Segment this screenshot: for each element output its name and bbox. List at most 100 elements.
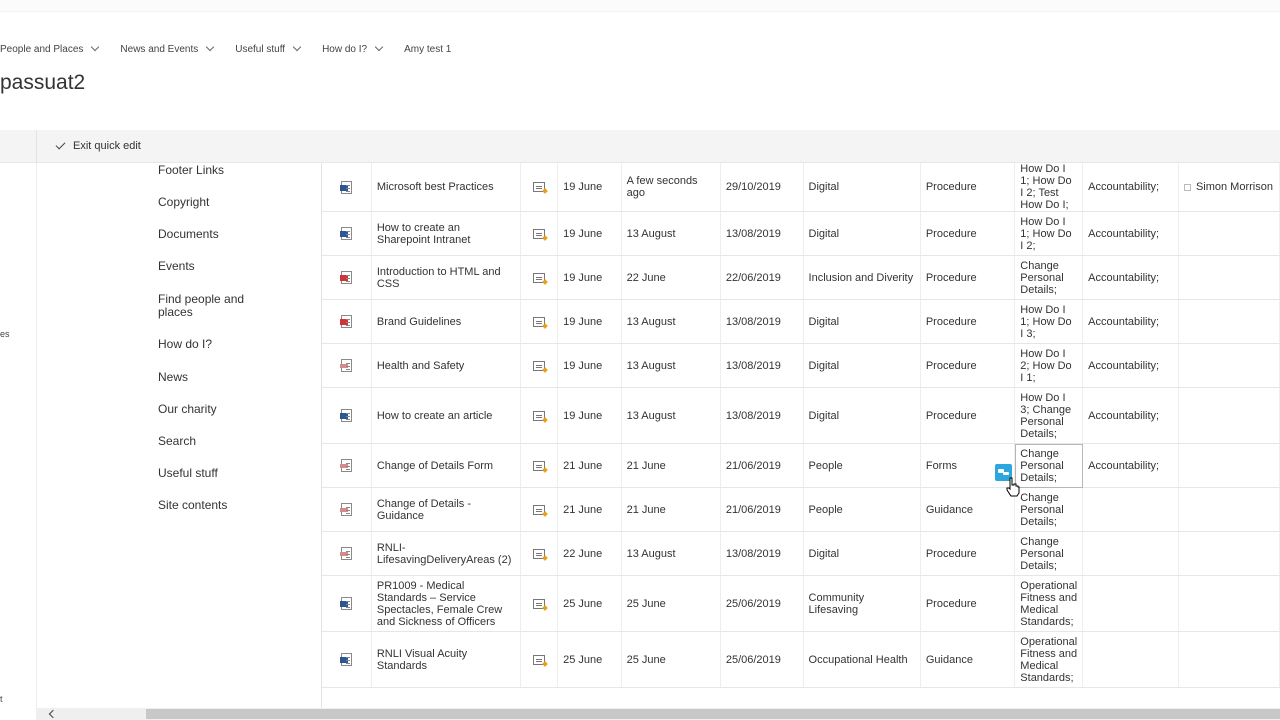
date-cell[interactable]: 25/06/2019: [720, 575, 804, 632]
file-type-cell[interactable]: [322, 387, 372, 444]
how-do-i-cell[interactable]: How Do I 1; How Do I 3;: [1014, 299, 1084, 344]
how-do-i-cell[interactable]: How Do I 3; Change Personal Details;: [1014, 387, 1084, 444]
topnav-news-and-events[interactable]: News and Events: [120, 42, 215, 56]
file-type-cell[interactable]: [322, 163, 372, 212]
person-cell[interactable]: [1178, 255, 1280, 300]
type-cell[interactable]: Procedure: [920, 255, 1016, 300]
value-cell[interactable]: Accountability;: [1082, 443, 1179, 488]
type-cell[interactable]: Procedure: [920, 531, 1016, 576]
how-do-i-cell[interactable]: How Do I 1; How Do I 2; Test How Do I;: [1014, 163, 1084, 212]
person-cell[interactable]: [1178, 575, 1280, 632]
table-row[interactable]: Brand Guidelines 19 June 13 August 13/08/20…: [322, 299, 1280, 344]
file-type-cell[interactable]: [322, 211, 372, 256]
how-do-i-cell[interactable]: Operational Fitness and Medical Standard…: [1014, 631, 1084, 688]
name-cell[interactable]: RNLI-LifesavingDeliveryAreas (2): [371, 531, 521, 576]
area-cell[interactable]: Digital: [803, 387, 921, 444]
person-cell[interactable]: [1178, 531, 1280, 576]
table-row[interactable]: Introduction to HTML and CSS 19 June 22 Ju…: [322, 255, 1280, 300]
person-cell[interactable]: [1178, 387, 1280, 444]
name-cell[interactable]: Health and Safety: [371, 343, 521, 388]
table-row[interactable]: How to create an Sharepoint Intranet 19 J…: [322, 211, 1280, 256]
how-do-i-cell[interactable]: How Do I 2; How Do I 1;: [1014, 343, 1084, 388]
topnav-people-and-places[interactable]: People and Places: [0, 42, 100, 56]
date-cell[interactable]: 21/06/2019: [720, 487, 804, 532]
edit-cell[interactable]: [520, 443, 559, 488]
checkbox-icon[interactable]: [1183, 183, 1191, 191]
modified-cell[interactable]: 25 June: [621, 631, 721, 688]
value-cell[interactable]: [1082, 631, 1179, 688]
modified-cell[interactable]: 13 August: [621, 343, 721, 388]
type-cell[interactable]: Guidance: [920, 631, 1016, 688]
date-cell[interactable]: 25/06/2019: [720, 631, 804, 688]
area-cell[interactable]: Digital: [803, 211, 921, 256]
area-cell[interactable]: Digital: [803, 343, 921, 388]
person-cell[interactable]: [1178, 487, 1280, 532]
type-cell[interactable]: Guidance: [920, 487, 1016, 532]
value-cell[interactable]: [1082, 487, 1179, 532]
exit-quick-edit-button[interactable]: Exit quick edit: [55, 139, 141, 152]
file-type-cell[interactable]: [322, 575, 372, 632]
edit-document-icon[interactable]: [532, 504, 545, 515]
edit-cell[interactable]: [520, 299, 559, 344]
created-cell[interactable]: 21 June: [557, 487, 622, 532]
name-cell[interactable]: PR1009 - Medical Standards – Service Spe…: [371, 575, 521, 632]
sidenav-how-do-i[interactable]: How do I?: [158, 338, 212, 351]
modified-cell[interactable]: A few seconds ago: [621, 163, 721, 212]
sidenav-documents[interactable]: Documents: [158, 228, 219, 241]
value-cell[interactable]: Accountability;: [1082, 299, 1179, 344]
name-cell[interactable]: RNLI Visual Acuity Standards: [371, 631, 521, 688]
value-cell[interactable]: Accountability;: [1082, 255, 1179, 300]
edit-document-icon[interactable]: [532, 182, 545, 193]
value-cell[interactable]: Accountability;: [1082, 163, 1179, 212]
type-cell[interactable]: Procedure: [920, 211, 1016, 256]
table-row[interactable]: Change of Details Form 21 June 21 June 21/0…: [322, 443, 1280, 488]
table-row[interactable]: How to create an article 19 June 13 August…: [322, 387, 1280, 444]
how-do-i-cell[interactable]: Change Personal Details;: [1014, 255, 1084, 300]
name-cell[interactable]: Brand Guidelines: [371, 299, 521, 344]
topnav-amy-test-1[interactable]: Amy test 1: [404, 42, 451, 56]
name-cell[interactable]: Change of Details - Guidance: [371, 487, 521, 532]
modified-cell[interactable]: 25 June: [621, 575, 721, 632]
created-cell[interactable]: 19 June: [557, 299, 622, 344]
edit-cell[interactable]: [520, 343, 559, 388]
type-cell[interactable]: Procedure: [920, 163, 1016, 212]
name-cell[interactable]: How to create an Sharepoint Intranet: [371, 211, 521, 256]
how-do-i-cell[interactable]: Change Personal Details;: [1014, 531, 1084, 576]
edit-document-icon[interactable]: [532, 316, 545, 327]
type-cell[interactable]: Procedure: [920, 343, 1016, 388]
area-cell[interactable]: Occupational Health: [803, 631, 921, 688]
person-cell[interactable]: [1178, 211, 1280, 256]
sidenav-footer-links[interactable]: Footer Links: [158, 164, 224, 177]
date-cell[interactable]: 13/08/2019: [720, 299, 804, 344]
created-cell[interactable]: 22 June: [557, 531, 622, 576]
sidenav-news[interactable]: News: [158, 371, 188, 384]
area-cell[interactable]: Inclusion and Diverity: [803, 255, 921, 300]
value-cell[interactable]: Accountability;: [1082, 211, 1179, 256]
file-type-cell[interactable]: [322, 531, 372, 576]
table-row[interactable]: Change of Details - Guidance 21 June 21 Ju…: [322, 487, 1280, 532]
horizontal-scrollbar[interactable]: [36, 708, 1280, 720]
type-cell[interactable]: Procedure: [920, 299, 1016, 344]
modified-cell[interactable]: 13 August: [621, 299, 721, 344]
value-cell[interactable]: Accountability;: [1082, 387, 1179, 444]
file-type-cell[interactable]: [322, 343, 372, 388]
how-do-i-cell[interactable]: How Do I 1; How Do I 2;: [1014, 211, 1084, 256]
created-cell[interactable]: 19 June: [557, 255, 622, 300]
area-cell[interactable]: People: [803, 487, 921, 532]
date-cell[interactable]: 13/08/2019: [720, 211, 804, 256]
area-cell[interactable]: Digital: [803, 531, 921, 576]
file-type-cell[interactable]: [322, 255, 372, 300]
modified-cell[interactable]: 13 August: [621, 387, 721, 444]
edit-cell[interactable]: [520, 211, 559, 256]
table-row[interactable]: Microsoft best Practices 19 June A few sec…: [322, 163, 1280, 212]
value-cell[interactable]: Accountability;: [1082, 343, 1179, 388]
created-cell[interactable]: 21 June: [557, 443, 622, 488]
area-cell[interactable]: Digital: [803, 163, 921, 212]
person-cell[interactable]: Simon Morrison: [1178, 163, 1280, 212]
edit-cell[interactable]: [520, 631, 559, 688]
type-cell[interactable]: Procedure: [920, 575, 1016, 632]
created-cell[interactable]: 19 June: [557, 387, 622, 444]
sidenav-search[interactable]: Search: [158, 435, 196, 448]
name-cell[interactable]: Introduction to HTML and CSS: [371, 255, 521, 300]
edit-document-icon[interactable]: [532, 548, 545, 559]
